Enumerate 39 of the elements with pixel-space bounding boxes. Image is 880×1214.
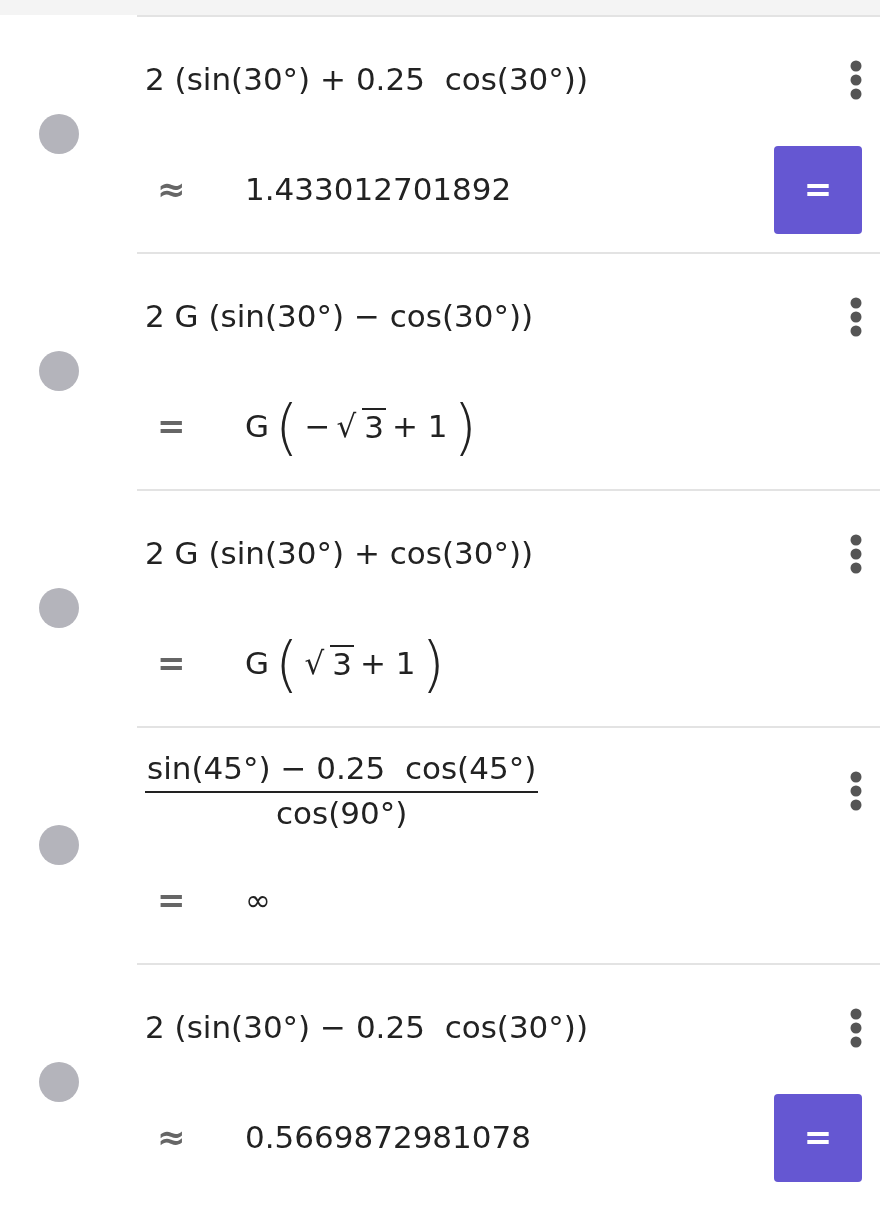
input-expression[interactable]: 2 G (sin(30°) − cos(30°))	[145, 298, 534, 336]
root-sign: √	[336, 407, 357, 446]
paren-close: )	[421, 633, 445, 694]
input-expression[interactable]: 2 G (sin(30°) + cos(30°))	[145, 535, 534, 573]
more-options-icon[interactable]	[850, 771, 862, 811]
fraction-numerator: sin(45°) − 0.25 cos(45°)	[145, 749, 539, 793]
result-value: 0.5669872981078	[245, 1118, 531, 1157]
more-options-icon[interactable]	[850, 1008, 862, 1048]
result-sign: =	[156, 405, 187, 448]
result-sign: =	[156, 879, 187, 922]
visibility-toggle-icon[interactable]	[38, 350, 79, 391]
root-sign: √	[304, 644, 325, 683]
visibility-toggle-icon[interactable]	[38, 113, 79, 154]
result-coefficient: G	[245, 644, 270, 683]
result-value: ∞	[245, 881, 271, 920]
result-coefficient: G	[245, 407, 270, 446]
minus-sign: −	[304, 407, 331, 446]
more-options-icon[interactable]	[850, 534, 862, 574]
toggle-exact-button[interactable]: =	[774, 1093, 862, 1182]
paren-open: (	[275, 633, 299, 694]
input-expression[interactable]: 2 (sin(30°) + 0.25 cos(30°))	[145, 61, 589, 99]
fraction-denominator: cos(90°)	[276, 794, 408, 833]
paren-close: )	[453, 396, 477, 457]
result-term: + 1	[359, 644, 416, 683]
result-sign: =	[156, 642, 187, 685]
paren-open: (	[275, 396, 299, 457]
result-sign: ≈	[156, 168, 187, 211]
more-options-icon[interactable]	[850, 297, 862, 337]
result-value: 1.433012701892	[245, 170, 512, 209]
result-sign: ≈	[156, 1116, 187, 1159]
input-expression[interactable]: 2 (sin(30°) − 0.25 cos(30°))	[145, 1009, 589, 1047]
visibility-toggle-icon[interactable]	[38, 824, 79, 865]
radicand: 3	[330, 645, 354, 682]
toggle-exact-button[interactable]: =	[774, 145, 862, 234]
result-term: + 1	[391, 407, 448, 446]
visibility-toggle-icon[interactable]	[38, 1061, 79, 1102]
radicand: 3	[362, 408, 386, 445]
visibility-toggle-icon[interactable]	[38, 587, 79, 628]
more-options-icon[interactable]	[850, 60, 862, 100]
